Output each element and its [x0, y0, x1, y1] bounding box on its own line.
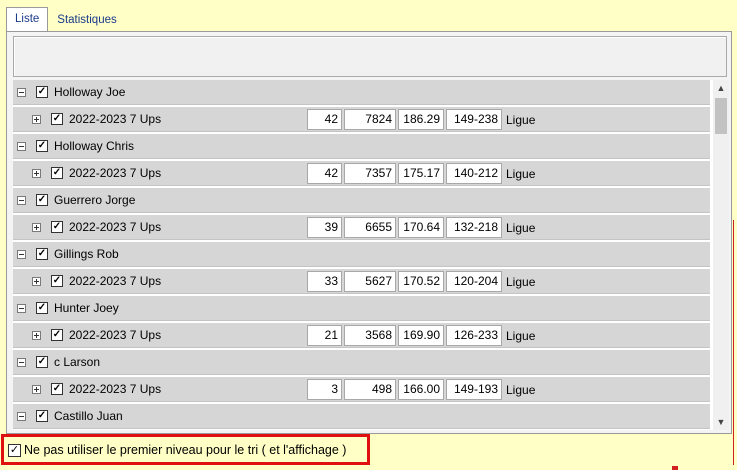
player-name: Guerrero Jorge — [54, 193, 136, 207]
tab-statistiques[interactable]: Statistiques — [48, 8, 125, 31]
type-cell: Ligue — [506, 221, 536, 235]
tree-row-player[interactable]: ✓ Holloway Chris — [13, 134, 710, 159]
pins-cell: 7357 — [344, 163, 396, 184]
collapse-icon[interactable] — [17, 304, 26, 313]
tree-row-player[interactable]: ✓ Castillo Juan — [13, 404, 710, 429]
tree-row-player[interactable]: ✓ Guerrero Jorge — [13, 188, 710, 213]
tree-list: ✓ Holloway Joe ✓ 2022-2023 7 Ups 42 7824 186.2… — [13, 80, 727, 430]
season-name: 2022-2023 7 Ups — [69, 166, 162, 180]
tree-row-player[interactable]: ✓ Gillings Rob — [13, 242, 710, 267]
row-checkbox[interactable]: ✓ — [36, 86, 48, 98]
season-name: 2022-2023 7 Ups — [69, 274, 162, 288]
tab-bar: Liste Statistiques — [6, 7, 126, 32]
pins-cell: 5627 — [344, 271, 396, 292]
collapse-icon[interactable] — [17, 358, 26, 367]
tree-row-season[interactable]: ✓ 2022-2023 7 Ups 33 5627 170.52 120-204 Ligue — [13, 269, 710, 294]
games-cell: 33 — [307, 271, 342, 292]
row-checkbox[interactable]: ✓ — [36, 356, 48, 368]
row-checkbox[interactable]: ✓ — [36, 302, 48, 314]
player-name: Gillings Rob — [54, 247, 119, 261]
pins-cell: 498 — [344, 379, 396, 400]
row-checkbox[interactable]: ✓ — [36, 194, 48, 206]
average-cell: 175.17 — [398, 163, 444, 184]
sort-option-highlight: ✓ Ne pas utiliser le premier niveau pour… — [1, 434, 370, 465]
collapse-icon[interactable] — [17, 412, 26, 421]
edge-mark — [672, 466, 678, 470]
pins-cell: 7824 — [344, 109, 396, 130]
season-name: 2022-2023 7 Ups — [69, 220, 162, 234]
row-checkbox[interactable]: ✓ — [36, 248, 48, 260]
season-name: 2022-2023 7 Ups — [69, 328, 162, 342]
pins-cell: 6655 — [344, 217, 396, 238]
games-cell: 42 — [307, 163, 342, 184]
pins-cell: 3568 — [344, 325, 396, 346]
type-cell: Ligue — [506, 329, 536, 343]
scroll-down-icon[interactable]: ▼ — [713, 414, 729, 430]
scroll-up-icon[interactable]: ▲ — [713, 80, 729, 96]
range-cell: 149-238 — [446, 109, 502, 130]
average-cell: 170.52 — [398, 271, 444, 292]
player-name: Castillo Juan — [54, 409, 123, 423]
type-cell: Ligue — [506, 383, 536, 397]
first-level-sort-checkbox[interactable]: ✓ — [8, 444, 21, 457]
games-cell: 3 — [307, 379, 342, 400]
average-cell: 186.29 — [398, 109, 444, 130]
vertical-scrollbar[interactable]: ▲ ▼ — [713, 80, 729, 430]
player-name: c Larson — [54, 355, 101, 369]
row-checkbox[interactable]: ✓ — [51, 221, 63, 233]
average-cell: 169.90 — [398, 325, 444, 346]
tree-row-player[interactable]: ✓ Holloway Joe — [13, 80, 710, 105]
row-checkbox[interactable]: ✓ — [51, 167, 63, 179]
row-checkbox[interactable]: ✓ — [51, 275, 63, 287]
tree-row-player[interactable]: ✓ Hunter Joey — [13, 296, 710, 321]
row-checkbox[interactable]: ✓ — [51, 329, 63, 341]
tree-row-season[interactable]: ✓ 2022-2023 7 Ups 42 7824 186.29 149-238 Ligue — [13, 107, 710, 132]
type-cell: Ligue — [506, 113, 536, 127]
range-cell: 120-204 — [446, 271, 502, 292]
average-cell: 166.00 — [398, 379, 444, 400]
row-checkbox[interactable]: ✓ — [36, 140, 48, 152]
row-checkbox[interactable]: ✓ — [51, 383, 63, 395]
range-cell: 140-212 — [446, 163, 502, 184]
type-cell: Ligue — [506, 167, 536, 181]
season-name: 2022-2023 7 Ups — [69, 112, 162, 126]
list-header-area — [13, 36, 727, 77]
average-cell: 170.64 — [398, 217, 444, 238]
row-checkbox[interactable]: ✓ — [36, 410, 48, 422]
player-name: Holloway Joe — [54, 85, 126, 99]
window-edge-divider — [733, 220, 737, 465]
expand-icon[interactable] — [32, 385, 41, 394]
expand-icon[interactable] — [32, 331, 41, 340]
tab-panel-liste: ✓ Holloway Joe ✓ 2022-2023 7 Ups 42 7824 186.2… — [6, 31, 732, 434]
player-name: Holloway Chris — [54, 139, 135, 153]
tree-row-season[interactable]: ✓ 2022-2023 7 Ups 42 7357 175.17 140-212 Ligue — [13, 161, 710, 186]
tree-row-season[interactable]: ✓ 2022-2023 7 Ups 3 498 166.00 149-193 Ligue — [13, 377, 710, 402]
games-cell: 39 — [307, 217, 342, 238]
season-name: 2022-2023 7 Ups — [69, 382, 162, 396]
range-cell: 132-218 — [446, 217, 502, 238]
expand-icon[interactable] — [32, 277, 41, 286]
range-cell: 126-233 — [446, 325, 502, 346]
expand-icon[interactable] — [32, 115, 41, 124]
tree-row-season[interactable]: ✓ 2022-2023 7 Ups 21 3568 169.90 126-233 Ligue — [13, 323, 710, 348]
collapse-icon[interactable] — [17, 142, 26, 151]
range-cell: 149-193 — [446, 379, 502, 400]
games-cell: 42 — [307, 109, 342, 130]
tree-row-season[interactable]: ✓ 2022-2023 7 Ups 39 6655 170.64 132-218 Ligue — [13, 215, 710, 240]
expand-icon[interactable] — [32, 223, 41, 232]
expand-icon[interactable] — [32, 169, 41, 178]
collapse-icon[interactable] — [17, 196, 26, 205]
type-cell: Ligue — [506, 275, 536, 289]
collapse-icon[interactable] — [17, 88, 26, 97]
scrollbar-thumb[interactable] — [715, 98, 727, 134]
tab-liste[interactable]: Liste — [6, 7, 49, 32]
collapse-icon[interactable] — [17, 250, 26, 259]
row-checkbox[interactable]: ✓ — [51, 113, 63, 125]
games-cell: 21 — [307, 325, 342, 346]
tree-row-player[interactable]: ✓ c Larson — [13, 350, 710, 375]
player-name: Hunter Joey — [54, 301, 119, 315]
first-level-sort-label[interactable]: Ne pas utiliser le premier niveau pour l… — [24, 443, 346, 457]
